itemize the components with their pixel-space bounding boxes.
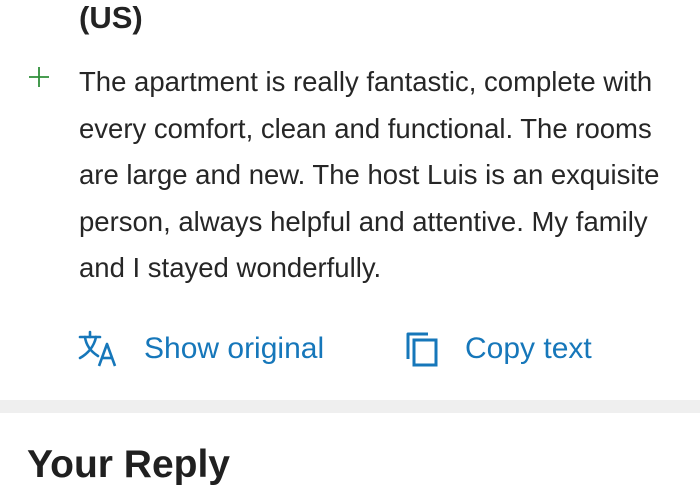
show-original-button[interactable]: Show original (78, 326, 324, 372)
reviewer-country: (US) (79, 0, 143, 35)
section-divider (0, 400, 700, 413)
your-reply-heading: Your Reply (27, 443, 230, 486)
plus-icon (29, 67, 49, 87)
copy-text-label: Copy text (465, 332, 592, 365)
translate-icon (78, 330, 117, 367)
copy-text-button[interactable]: Copy text (403, 326, 592, 372)
show-original-label: Show original (144, 332, 325, 365)
copy-icon (406, 332, 438, 367)
review-card: (US) The apartment is really fantastic, … (0, 0, 700, 400)
review-text: The apartment is really fantastic, compl… (79, 66, 660, 283)
